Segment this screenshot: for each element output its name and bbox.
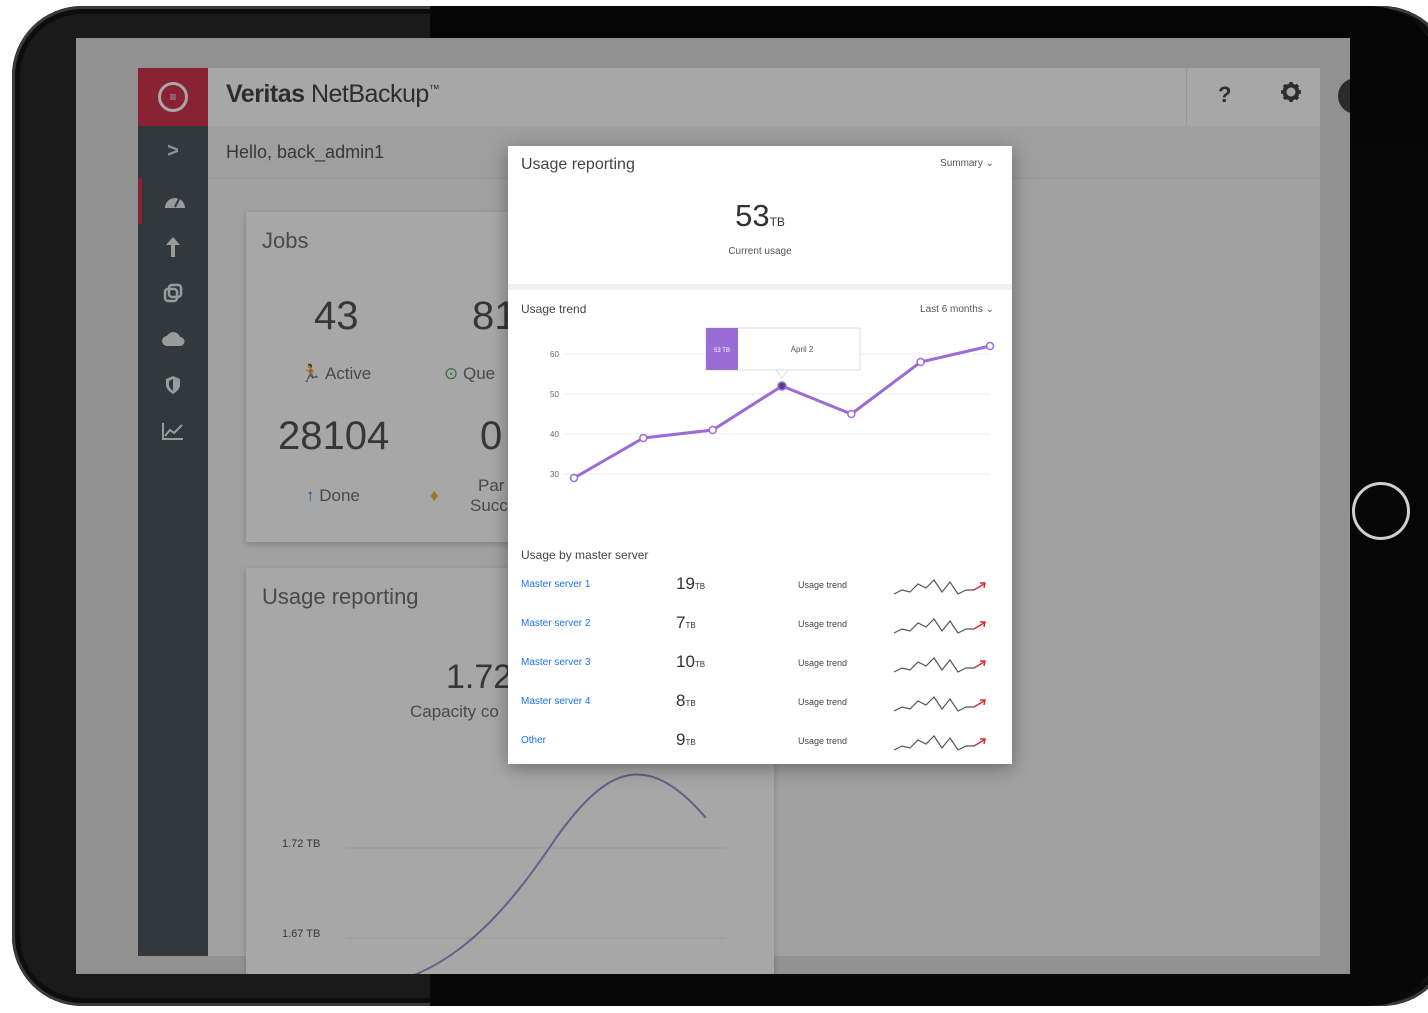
usage-value: 10 bbox=[676, 652, 695, 671]
master-server-link[interactable]: Other bbox=[521, 735, 546, 746]
usage-unit: TB bbox=[694, 582, 706, 591]
trend-point[interactable] bbox=[985, 341, 995, 351]
usage-trend-label: Usage trend bbox=[798, 736, 848, 746]
current-usage-label: Current usage bbox=[728, 246, 792, 257]
tooltip-date: April 2 bbox=[791, 345, 814, 354]
master-server-usage: 9TB bbox=[676, 730, 696, 750]
trend-range-select[interactable]: Last 6 months ⌄ bbox=[920, 304, 994, 315]
usage-unit: TB bbox=[685, 621, 696, 630]
sparkline bbox=[893, 735, 986, 751]
master-server-usage: 8TB bbox=[676, 691, 696, 711]
usage-trend-label: Usage trend bbox=[798, 580, 848, 590]
table-row: Master server 3 10TB Usage trend bbox=[508, 646, 1012, 684]
trend-point[interactable] bbox=[569, 473, 579, 483]
trend-point[interactable] bbox=[777, 381, 787, 391]
modal-header: Usage reporting Summary ⌄ 53TB Current u… bbox=[508, 146, 1012, 290]
sparkline bbox=[893, 696, 986, 712]
trend-title: Usage trend bbox=[521, 302, 587, 316]
chevron-down-icon: ⌄ bbox=[985, 158, 994, 169]
table-row: Master server 4 8TB Usage trend bbox=[508, 685, 1012, 723]
modal-title: Usage reporting bbox=[521, 156, 635, 173]
master-server-link[interactable]: Master server 3 bbox=[521, 657, 590, 668]
sparkline bbox=[893, 579, 986, 595]
usage-unit: TB bbox=[685, 738, 696, 747]
y-tick-label: 30 bbox=[550, 470, 559, 479]
y-tick-label: 40 bbox=[550, 430, 559, 439]
tooltip-value: 53 TB bbox=[714, 348, 730, 354]
table-row: Master server 1 19TB Usage trend bbox=[508, 568, 1012, 606]
master-server-usage: 7TB bbox=[676, 613, 696, 633]
trend-range-value: Last 6 months bbox=[920, 304, 983, 315]
current-usage-unit: TB bbox=[769, 215, 785, 229]
usage-trend-label: Usage trend bbox=[798, 619, 848, 629]
sparkline bbox=[893, 618, 986, 634]
home-button[interactable] bbox=[1352, 482, 1410, 540]
master-server-link[interactable]: Master server 2 bbox=[521, 618, 590, 629]
usage-unit: TB bbox=[685, 699, 696, 708]
usage-unit: TB bbox=[694, 660, 706, 669]
master-server-link[interactable]: Master server 1 bbox=[521, 579, 590, 590]
master-server-title: Usage by master server bbox=[521, 548, 649, 562]
y-tick-label: 50 bbox=[550, 390, 559, 399]
master-server-link[interactable]: Master server 4 bbox=[521, 696, 590, 707]
view-select[interactable]: Summary ⌄ bbox=[940, 158, 994, 169]
y-tick-label: 60 bbox=[550, 350, 559, 359]
table-row: Master server 2 7TB Usage trend bbox=[508, 607, 1012, 645]
trend-point[interactable] bbox=[708, 425, 717, 435]
trend-point[interactable] bbox=[639, 433, 648, 443]
table-row: Other 9TB Usage trend bbox=[508, 724, 1012, 762]
view-select-value: Summary bbox=[940, 158, 983, 169]
sparkline bbox=[893, 657, 986, 673]
tooltip-pointer bbox=[775, 369, 789, 379]
chevron-down-icon: ⌄ bbox=[985, 304, 994, 315]
tablet-screen: ≡ > Veritas NetBackup™ ? Hello, back_adm… bbox=[76, 38, 1350, 974]
usage-trend-label: Usage trend bbox=[798, 658, 848, 668]
usage-reporting-modal: Usage reporting Summary ⌄ 53TB Current u… bbox=[508, 146, 1012, 764]
master-server-usage: 10TB bbox=[676, 652, 705, 672]
trend-point[interactable] bbox=[916, 357, 925, 367]
master-server-usage: 19TB bbox=[676, 574, 705, 594]
usage-trend-label: Usage trend bbox=[798, 697, 848, 707]
usage-value: 19 bbox=[676, 574, 695, 593]
chart-tooltip: 53 TB April 2 bbox=[705, 327, 861, 379]
current-usage: 53TB bbox=[508, 198, 1012, 234]
usage-trend-chart[interactable]: 60 50 40 30 53 TB April 2 bbox=[520, 324, 1000, 524]
current-usage-value: 53 bbox=[735, 198, 770, 233]
trend-point[interactable] bbox=[847, 409, 856, 419]
